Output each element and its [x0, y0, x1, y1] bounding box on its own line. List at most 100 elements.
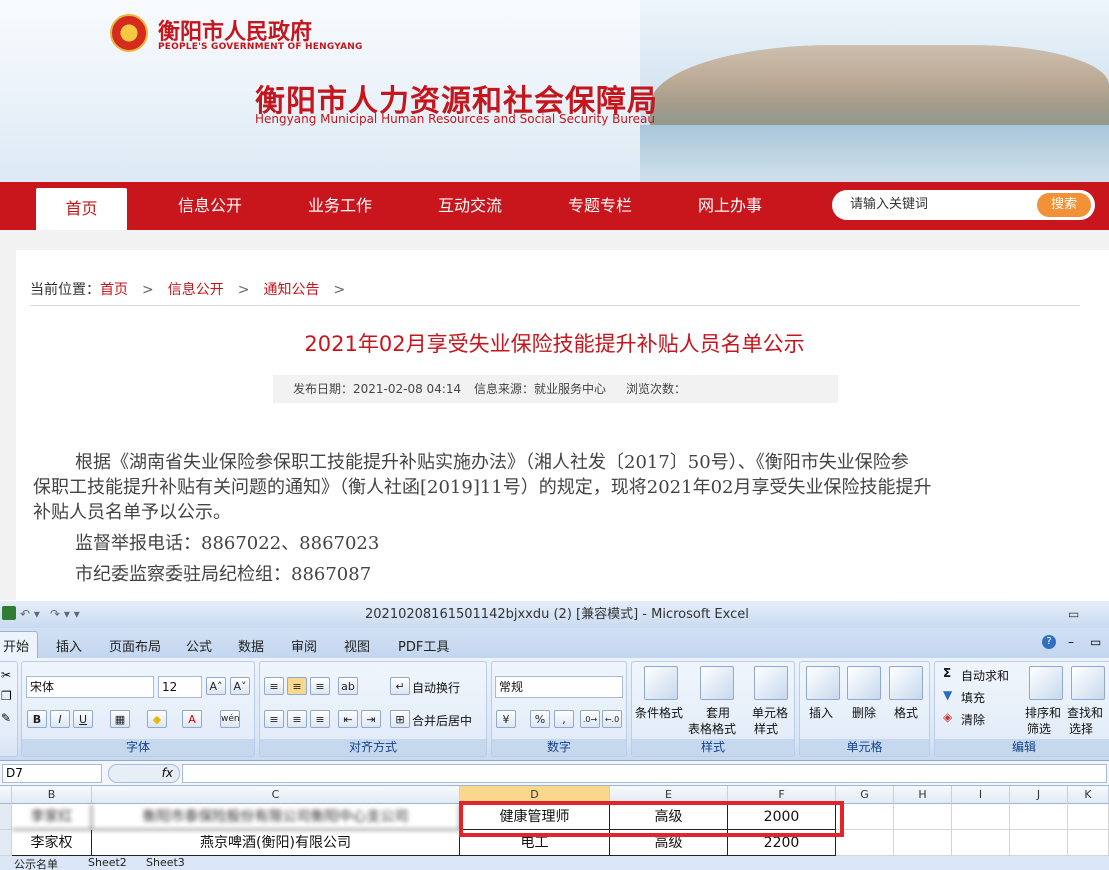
ribbon-minimize-icon[interactable]: – — [1068, 635, 1074, 649]
column-header[interactable]: J — [1010, 786, 1068, 804]
clear-icon[interactable]: ◈ — [943, 710, 952, 724]
table-format-button-line2[interactable]: 表格格式 — [688, 720, 736, 737]
tab-review[interactable]: 审阅 — [291, 636, 317, 655]
name-box[interactable]: D7 — [2, 764, 102, 783]
cell-name[interactable]: 李家红 — [12, 804, 92, 830]
align-left-icon[interactable]: ≡ — [264, 710, 284, 728]
align-top-icon[interactable]: ≡ — [264, 677, 284, 695]
increase-indent-icon[interactable]: ⇥ — [361, 710, 381, 728]
empty-cell[interactable] — [1010, 830, 1068, 856]
undo-icon[interactable]: ↶ ▾ — [20, 601, 40, 628]
copy-icon[interactable]: ❐ — [1, 689, 12, 703]
bold-icon[interactable]: B — [27, 710, 47, 728]
border-icon[interactable]: ▦ — [110, 710, 130, 728]
find-select-icon[interactable] — [1071, 666, 1105, 700]
row-header[interactable] — [0, 804, 12, 830]
italic-icon[interactable]: I — [50, 710, 70, 728]
align-middle-icon[interactable]: ≡ — [287, 677, 307, 695]
tab-page-layout[interactable]: 页面布局 — [109, 636, 161, 655]
minimize-icon[interactable]: ▭ — [1068, 601, 1079, 628]
nav-interact[interactable]: 互动交流 — [438, 188, 502, 224]
insert-cells-icon[interactable] — [806, 666, 840, 700]
font-name-select[interactable]: 宋体 — [26, 676, 154, 698]
column-header[interactable]: C — [92, 786, 460, 804]
shrink-font-icon[interactable]: A˅ — [230, 677, 250, 695]
wrap-text-icon[interactable]: ↵ — [390, 677, 410, 695]
fill-color-icon[interactable]: ◆ — [147, 710, 167, 728]
empty-cell[interactable] — [894, 804, 952, 830]
decrease-indent-icon[interactable]: ⇤ — [338, 710, 358, 728]
sort-filter-button-line2[interactable]: 筛选 — [1027, 720, 1051, 737]
empty-cell[interactable] — [952, 830, 1010, 856]
currency-icon[interactable]: ¥ — [496, 710, 516, 728]
sheet-tab[interactable]: 公示名单 — [14, 856, 58, 870]
ribbon-restore-icon[interactable]: ▭ — [1090, 635, 1101, 649]
comma-button[interactable]: , — [554, 710, 574, 728]
table-format-button[interactable]: 套用 — [706, 704, 730, 721]
column-header[interactable]: G — [836, 786, 894, 804]
find-select-button[interactable]: 查找和 — [1067, 704, 1103, 721]
nav-info[interactable]: 信息公开 — [178, 188, 242, 224]
align-bottom-icon[interactable]: ≡ — [310, 677, 330, 695]
sheet-tab[interactable]: Sheet3 — [146, 856, 185, 869]
clear-button[interactable]: 清除 — [961, 711, 985, 728]
empty-cell[interactable] — [836, 804, 894, 830]
column-header[interactable]: H — [894, 786, 952, 804]
insert-function-button[interactable]: fx — [108, 764, 180, 783]
cell-company[interactable]: 燕京啤酒(衡阳)有限公司 — [92, 830, 460, 856]
nav-topics[interactable]: 专题专栏 — [568, 188, 632, 224]
format-cells-icon[interactable] — [889, 666, 923, 700]
search-input[interactable]: 请输入关键词 — [850, 190, 928, 220]
help-icon[interactable]: ? — [1042, 635, 1056, 649]
empty-cell[interactable] — [1068, 804, 1109, 830]
sort-filter-button[interactable]: 排序和 — [1025, 704, 1061, 721]
excel-app-icon[interactable] — [2, 606, 16, 620]
fill-icon[interactable]: ▼ — [943, 688, 952, 702]
column-header[interactable]: K — [1068, 786, 1109, 804]
column-header[interactable]: B — [12, 786, 92, 804]
breadcrumb-home[interactable]: 首页 — [100, 282, 128, 298]
autosum-button[interactable]: 自动求和 — [961, 667, 1009, 684]
font-color-icon[interactable]: A — [182, 710, 202, 728]
nav-home[interactable]: 首页 — [36, 188, 127, 230]
tab-view[interactable]: 视图 — [344, 636, 370, 655]
insert-cells-button[interactable]: 插入 — [809, 704, 833, 721]
format-cells-button[interactable]: 格式 — [894, 704, 918, 721]
delete-cells-button[interactable]: 删除 — [852, 704, 876, 721]
cell-company[interactable]: 衡阳市泰保险股份有限公司衡阳中心支公司 — [92, 804, 460, 830]
tab-home[interactable]: 开始 — [0, 631, 39, 658]
phonetic-icon[interactable]: wén — [220, 710, 240, 728]
nav-business[interactable]: 业务工作 — [308, 188, 372, 224]
table-format-icon[interactable] — [700, 666, 734, 700]
tab-pdf[interactable]: PDF工具 — [398, 636, 449, 655]
formula-input[interactable] — [182, 764, 1107, 783]
align-right-icon[interactable]: ≡ — [310, 710, 330, 728]
number-format-select[interactable]: 常规 — [495, 676, 623, 698]
merge-center-icon[interactable]: ⊞ — [390, 710, 410, 728]
empty-cell[interactable] — [1068, 830, 1109, 856]
grow-font-icon[interactable]: A˄ — [206, 677, 226, 695]
redo-icon[interactable]: ↷ ▾ ▾ — [50, 601, 80, 628]
empty-cell[interactable] — [894, 830, 952, 856]
orientation-icon[interactable]: ab — [338, 677, 358, 695]
align-center-icon[interactable]: ≡ — [287, 710, 307, 728]
autosum-icon[interactable]: Σ — [943, 666, 951, 680]
cut-icon[interactable]: ✂ — [1, 668, 11, 682]
empty-cell[interactable] — [952, 804, 1010, 830]
decrease-decimal-icon[interactable]: ←.0 — [602, 710, 622, 728]
empty-cell[interactable] — [836, 830, 894, 856]
format-painter-icon[interactable]: ✎ — [1, 711, 11, 725]
tab-formulas[interactable]: 公式 — [186, 636, 212, 655]
empty-cell[interactable] — [1010, 804, 1068, 830]
tab-insert[interactable]: 插入 — [56, 636, 82, 655]
increase-decimal-icon[interactable]: .0→ — [580, 710, 600, 728]
row-header[interactable] — [0, 830, 12, 856]
underline-icon[interactable]: U — [73, 710, 93, 728]
wrap-text-button[interactable]: 自动换行 — [412, 679, 460, 696]
cell-style-icon[interactable] — [754, 666, 788, 700]
sheet-tab[interactable]: Sheet2 — [88, 856, 127, 869]
conditional-format-button[interactable]: 条件格式 — [635, 704, 683, 721]
percent-button[interactable]: % — [530, 710, 550, 728]
cell-style-button[interactable]: 单元格 — [752, 704, 788, 721]
tab-data[interactable]: 数据 — [238, 636, 264, 655]
